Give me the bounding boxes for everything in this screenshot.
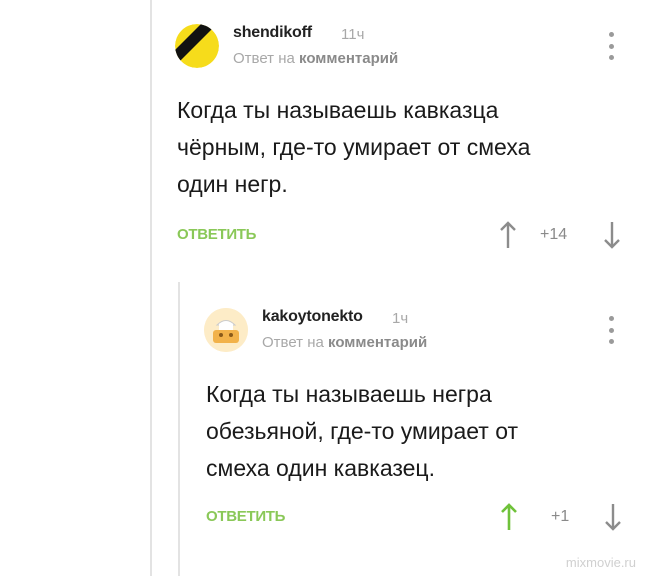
upvote-arrow-icon[interactable] [499,220,517,250]
thread-line [150,0,152,576]
comment-actions: ОТВЕТИТЬ +1 [206,502,626,532]
comment-time: 11ч [341,26,365,43]
reply-prefix: Ответ на [262,334,329,351]
comment-time: 1ч [392,310,409,327]
comment-score: +1 [551,508,570,525]
reply-to-line: Ответ на комментарий [233,50,398,67]
comment-author[interactable]: kakoytonekto [262,308,363,326]
comment-score: +14 [540,226,568,243]
reply-button[interactable]: ОТВЕТИТЬ [206,508,285,525]
downvote-arrow-icon[interactable] [604,502,622,532]
comment-actions: ОТВЕТИТЬ +14 [177,220,622,250]
avatar[interactable] [204,308,248,352]
comment-text: Когда ты называешь негра обезьяной, где-… [206,381,519,481]
watermark: mixmovie.ru [565,555,636,570]
cartoon-avatar-icon [204,308,248,352]
reply-prefix: Ответ на [233,50,300,67]
comment-author[interactable]: shendikoff [233,24,312,42]
nested-thread-line [178,282,180,576]
striped-circle-avatar-icon [175,24,219,68]
upvote-arrow-icon[interactable] [500,502,518,532]
more-options-icon[interactable] [608,316,614,344]
downvote-arrow-icon[interactable] [603,220,621,250]
parent-comment-link[interactable]: комментарий [299,50,398,67]
more-options-icon[interactable] [608,32,614,60]
reply-button[interactable]: ОТВЕТИТЬ [177,226,256,243]
avatar[interactable] [175,24,219,68]
parent-comment-link[interactable]: комментарий [328,334,427,351]
comment-text: Когда ты называешь кавказца чёрным, где-… [177,97,531,197]
reply-to-line: Ответ на комментарий [262,334,427,351]
